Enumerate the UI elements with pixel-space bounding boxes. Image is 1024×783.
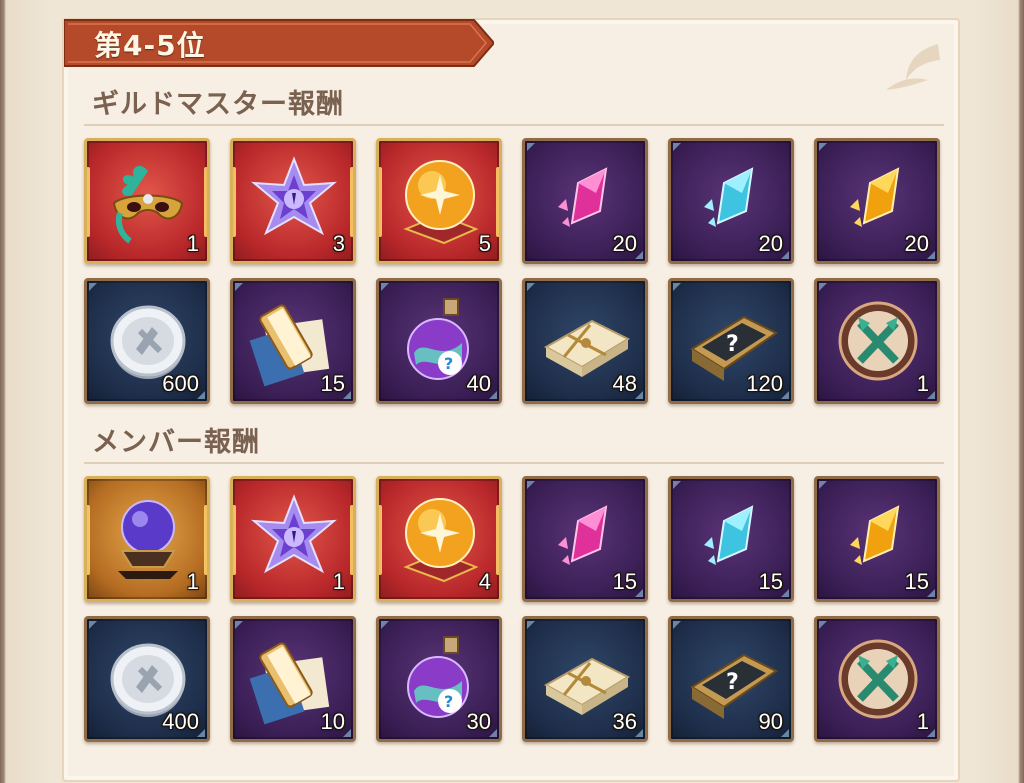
- rarity-glow: [496, 167, 499, 237]
- reward-item[interactable]: ? 40: [376, 278, 502, 404]
- section-divider: [84, 462, 944, 464]
- rank-title: 第4-5位: [94, 29, 206, 62]
- orange-orb-icon: [403, 160, 479, 245]
- reward-item[interactable]: 400: [84, 616, 210, 742]
- item-quantity: 1: [186, 231, 199, 256]
- mask-icon: [112, 165, 184, 244]
- frame-corner: [381, 621, 389, 629]
- item-quantity: 20: [904, 231, 929, 256]
- item-quantity: 600: [162, 371, 199, 396]
- item-quantity: 15: [758, 569, 783, 594]
- item-quantity: 90: [758, 709, 783, 734]
- orange-orb-icon: [403, 498, 479, 583]
- rarity-glow: [233, 167, 236, 237]
- frame-corner: [673, 621, 681, 629]
- item-quantity: 48: [612, 371, 637, 396]
- svg-text:?: ?: [726, 332, 739, 357]
- reward-item[interactable]: 15: [814, 476, 940, 602]
- reward-item[interactable]: 15: [668, 476, 794, 602]
- member-rewards-title: メンバー報酬: [92, 427, 260, 458]
- reward-item[interactable]: 5: [376, 138, 502, 264]
- frame-corner: [673, 143, 681, 151]
- reward-item[interactable]: 1: [230, 476, 356, 602]
- rarity-glow: [233, 505, 236, 575]
- frame-corner: [673, 283, 681, 291]
- guild-emblem-icon: [838, 301, 918, 381]
- guild-emblem-icon: [838, 639, 918, 719]
- reward-item[interactable]: 4: [376, 476, 502, 602]
- item-quantity: 1: [916, 371, 929, 396]
- frame-corner: [527, 143, 535, 151]
- reward-item[interactable]: 15: [522, 476, 648, 602]
- rarity-glow: [496, 505, 499, 575]
- item-quantity: 15: [612, 569, 637, 594]
- item-quantity: 10: [320, 709, 345, 734]
- frame-corner: [527, 481, 535, 489]
- reward-item[interactable]: 3: [230, 138, 356, 264]
- section-divider: [84, 124, 944, 126]
- reward-item[interactable]: ? 120: [668, 278, 794, 404]
- reward-item[interactable]: 1: [814, 616, 940, 742]
- frame-corner: [673, 481, 681, 489]
- rarity-glow: [379, 505, 382, 575]
- item-quantity: 30: [466, 709, 491, 734]
- svg-text:?: ?: [444, 354, 453, 373]
- svg-text:?: ?: [726, 670, 739, 695]
- frame-corner: [89, 621, 97, 629]
- item-quantity: 1: [916, 709, 929, 734]
- rank-banner: 第4-5位: [64, 16, 494, 70]
- rarity-glow: [204, 167, 207, 237]
- item-quantity: 1: [332, 569, 345, 594]
- item-quantity: 15: [320, 371, 345, 396]
- frame-corner: [819, 481, 827, 489]
- reward-item[interactable]: ? 90: [668, 616, 794, 742]
- frame-corner: [235, 621, 243, 629]
- reward-item[interactable]: 20: [814, 138, 940, 264]
- frame-corner: [819, 621, 827, 629]
- reward-item[interactable]: 600: [84, 278, 210, 404]
- item-quantity: 120: [746, 371, 783, 396]
- rarity-glow: [379, 167, 382, 237]
- item-quantity: 1: [186, 569, 199, 594]
- frame-corner: [819, 143, 827, 151]
- rarity-glow: [87, 167, 90, 237]
- item-quantity: 20: [758, 231, 783, 256]
- frame-corner: [527, 283, 535, 291]
- reward-item[interactable]: 1: [814, 278, 940, 404]
- item-quantity: 5: [478, 231, 491, 256]
- rarity-glow: [87, 505, 90, 575]
- frame-corner: [819, 283, 827, 291]
- guild-master-rewards-title: ギルドマスター報酬: [92, 89, 344, 120]
- reward-item[interactable]: 48: [522, 278, 648, 404]
- reward-item[interactable]: ? 30: [376, 616, 502, 742]
- reward-item[interactable]: 1: [84, 138, 210, 264]
- item-quantity: 400: [162, 709, 199, 734]
- purple-star-gem-icon: [250, 494, 338, 574]
- corner-ornament-icon: [886, 44, 940, 90]
- crystal-ball-icon: [118, 500, 178, 579]
- rarity-glow: [350, 167, 353, 237]
- reward-item[interactable]: 20: [522, 138, 648, 264]
- reward-item[interactable]: 20: [668, 138, 794, 264]
- item-quantity: 4: [478, 569, 491, 594]
- frame-corner: [381, 283, 389, 291]
- reward-item[interactable]: 36: [522, 616, 648, 742]
- reward-item[interactable]: 1: [84, 476, 210, 602]
- rarity-glow: [204, 505, 207, 575]
- rarity-glow: [350, 505, 353, 575]
- frame-corner: [527, 621, 535, 629]
- frame-corner: [235, 283, 243, 291]
- item-quantity: 20: [612, 231, 637, 256]
- reward-item[interactable]: 15: [230, 278, 356, 404]
- item-quantity: 40: [466, 371, 491, 396]
- svg-text:?: ?: [444, 692, 453, 711]
- item-quantity: 36: [612, 709, 637, 734]
- item-quantity: 15: [904, 569, 929, 594]
- item-quantity: 3: [332, 231, 345, 256]
- frame-corner: [89, 283, 97, 291]
- purple-star-gem-icon: [250, 156, 338, 236]
- reward-item[interactable]: 10: [230, 616, 356, 742]
